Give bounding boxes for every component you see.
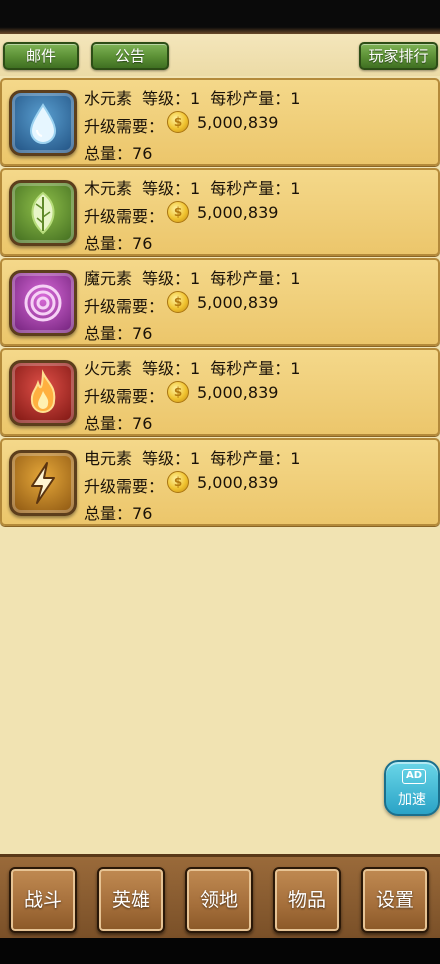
total-label: 总量： [84, 504, 133, 523]
spiral-icon [9, 270, 77, 336]
element-card-magic[interactable]: 魔元素 等级：1 每秒产量：1 升级需要： $ 5,000,839 总量：76 [0, 258, 440, 346]
ad-icon: AD [402, 769, 426, 784]
total-label: 总量： [84, 234, 133, 253]
coin-icon: $ [167, 201, 189, 223]
nav-hero-button[interactable]: 英雄 [97, 867, 165, 933]
element-header: 电元素 等级：1 每秒产量：1 [84, 445, 300, 469]
element-card-electric[interactable]: 电元素 等级：1 每秒产量：1 升级需要： $ 5,000,839 总量：76 [0, 438, 440, 526]
level-label: 等级： [142, 359, 191, 378]
nav-battle-button[interactable]: 战斗 [9, 867, 77, 933]
element-name: 魔元素 [84, 269, 133, 288]
element-card-water[interactable]: 水元素 等级：1 每秒产量：1 升级需要： $ 5,000,839 总量：76 [0, 78, 440, 166]
nav-territory-button[interactable]: 领地 [185, 867, 253, 933]
nav-settings-button[interactable]: 设置 [361, 867, 429, 933]
total-value: 76 [132, 234, 153, 253]
rate-value: 1 [290, 89, 301, 108]
rate-label: 每秒产量： [210, 269, 291, 288]
rate-label: 每秒产量： [210, 359, 291, 378]
total-line: 总量：76 [84, 320, 152, 344]
level-label: 等级： [142, 179, 191, 198]
element-name: 水元素 [84, 89, 133, 108]
level-value: 1 [190, 179, 201, 198]
level-value: 1 [190, 89, 201, 108]
total-line: 总量：76 [84, 140, 152, 164]
cost-value: 5,000,839 [197, 113, 279, 132]
coin-icon: $ [167, 471, 189, 493]
cost-label: 升级需要： [84, 117, 165, 136]
flame-icon [9, 360, 77, 426]
cost-value: 5,000,839 [197, 473, 279, 492]
cost-label: 升级需要： [84, 387, 165, 406]
level-value: 1 [190, 359, 201, 378]
water-drop-icon [9, 90, 77, 156]
rate-label: 每秒产量： [210, 89, 291, 108]
cost-label: 升级需要： [84, 207, 165, 226]
element-name: 火元素 [84, 359, 133, 378]
rate-label: 每秒产量： [210, 179, 291, 198]
game-screen: 邮件 公告 玩家排行 水元素 等级：1 每秒产量：1 升级需要： $ 5,000,8… [0, 34, 440, 854]
home-indicator-area [0, 938, 440, 964]
element-header: 魔元素 等级：1 每秒产量：1 [84, 265, 300, 289]
element-card-wood[interactable]: 木元素 等级：1 每秒产量：1 升级需要： $ 5,000,839 总量：76 [0, 168, 440, 256]
total-line: 总量：76 [84, 230, 152, 254]
total-label: 总量： [84, 144, 133, 163]
element-header: 火元素 等级：1 每秒产量：1 [84, 355, 300, 379]
element-name: 电元素 [84, 449, 133, 468]
total-value: 76 [132, 504, 153, 523]
level-label: 等级： [142, 89, 191, 108]
rate-label: 每秒产量： [210, 449, 291, 468]
coin-icon: $ [167, 381, 189, 403]
top-bar: 邮件 公告 玩家排行 [0, 34, 440, 76]
mail-button[interactable]: 邮件 [3, 42, 79, 70]
element-name: 木元素 [84, 179, 133, 198]
cost-value: 5,000,839 [197, 383, 279, 402]
total-value: 76 [132, 324, 153, 343]
total-value: 76 [132, 144, 153, 163]
total-label: 总量： [84, 324, 133, 343]
notice-button[interactable]: 公告 [91, 42, 169, 70]
level-value: 1 [190, 269, 201, 288]
total-line: 总量：76 [84, 500, 152, 524]
rate-value: 1 [290, 359, 301, 378]
speedup-label: 加速 [398, 792, 426, 808]
level-label: 等级： [142, 269, 191, 288]
element-header: 水元素 等级：1 每秒产量：1 [84, 85, 300, 109]
coin-icon: $ [167, 111, 189, 133]
rate-value: 1 [290, 179, 301, 198]
total-line: 总量：76 [84, 410, 152, 434]
leaf-icon [9, 180, 77, 246]
lightning-icon [9, 450, 77, 516]
cost-value: 5,000,839 [197, 203, 279, 222]
rate-value: 1 [290, 449, 301, 468]
status-bar [0, 0, 440, 34]
cost-label: 升级需要： [84, 477, 165, 496]
total-label: 总量： [84, 414, 133, 433]
bottom-nav: 战斗 英雄 领地 物品 设置 [0, 854, 440, 938]
cost-label: 升级需要： [84, 297, 165, 316]
player-ranking-button[interactable]: 玩家排行 [359, 42, 438, 70]
nav-items-button[interactable]: 物品 [273, 867, 341, 933]
element-card-fire[interactable]: 火元素 等级：1 每秒产量：1 升级需要： $ 5,000,839 总量：76 [0, 348, 440, 436]
total-value: 76 [132, 414, 153, 433]
level-value: 1 [190, 449, 201, 468]
cost-value: 5,000,839 [197, 293, 279, 312]
level-label: 等级： [142, 449, 191, 468]
coin-icon: $ [167, 291, 189, 313]
element-header: 木元素 等级：1 每秒产量：1 [84, 175, 300, 199]
ad-speedup-button[interactable]: AD 加速 [384, 760, 440, 816]
rate-value: 1 [290, 269, 301, 288]
